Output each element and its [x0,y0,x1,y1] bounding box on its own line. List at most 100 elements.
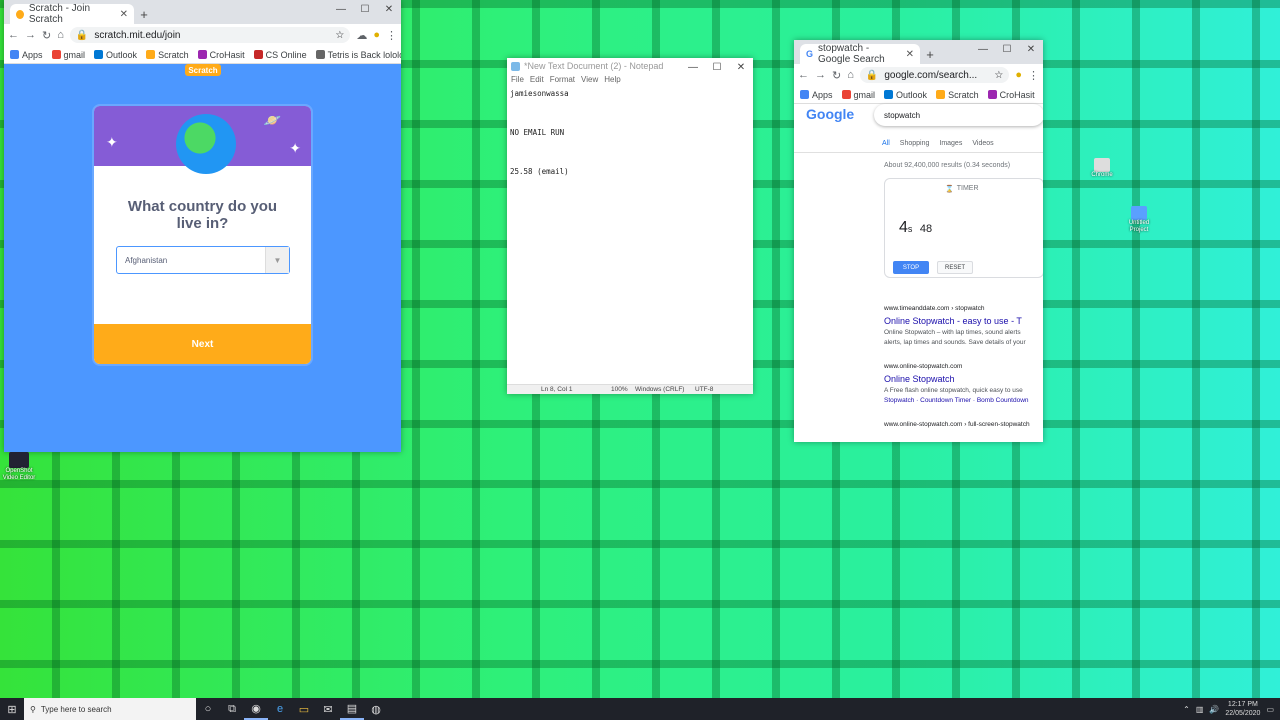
tab-google-search[interactable]: G stopwatch - Google Search ✕ [800,43,920,65]
menu-item[interactable]: View [581,75,598,84]
edge-taskbar-icon[interactable]: e [268,698,292,720]
desktop-icon-openshot[interactable]: OpenShot Video Editor [0,452,38,482]
result-title[interactable]: Online Stopwatch - easy to use - T [884,314,1043,328]
bookmark-icon [841,90,851,99]
reload-icon[interactable]: ↻ [42,29,51,42]
mail-icon[interactable]: ✉ [316,698,340,720]
task-view-icon[interactable]: ⧉ [220,698,244,720]
search-input[interactable]: stopwatch [874,104,1043,126]
maximize-button[interactable]: ☐ [995,40,1019,58]
status-encoding: UTF-8 [695,386,714,393]
bookmark-item[interactable]: Scratch [936,90,979,100]
menu-item[interactable]: File [511,75,524,84]
obs-taskbar-icon[interactable]: ◍ [364,698,388,720]
google-browser-window: G stopwatch - Google Search ✕ + — ☐ ✕ ← … [794,40,1043,442]
desktop-icon-project[interactable]: Untitled Project [1124,206,1154,234]
bookmark-icon [253,50,263,59]
bookmark-item[interactable]: Outlook [94,50,137,60]
notepad-taskbar-icon[interactable]: ▤ [340,698,364,720]
timer-tab[interactable]: ⌛ TIMER [945,185,979,193]
menu-item[interactable]: Format [550,75,575,84]
volume-icon[interactable]: 🔊 [1209,705,1219,714]
bookmark-item[interactable]: Outlook [884,90,927,100]
home-icon[interactable]: ⌂ [847,69,854,81]
chrome-taskbar-icon[interactable]: ◉ [244,698,268,720]
profile-icon[interactable]: ● [373,29,380,41]
address-bar[interactable]: 🔒 scratch.mit.edu/join ☆ [69,27,351,43]
maximize-button[interactable]: ☐ [705,58,729,76]
minimize-button[interactable]: — [681,58,705,76]
bookmark-item[interactable]: Tetris is Back lololol... [315,50,401,60]
menu-item[interactable]: Edit [530,75,544,84]
search-tab[interactable]: Shopping [900,140,930,147]
bookmark-item[interactable]: Apps [10,50,43,60]
tab-title: Scratch - Join Scratch [28,3,91,25]
windows-start-icon[interactable]: ⊞ [0,698,24,720]
search-tab[interactable]: All [882,140,890,147]
tray-chevron-icon[interactable]: ⌃ [1183,705,1190,714]
tab-scratch-join[interactable]: Scratch - Join Scratch ✕ [10,3,134,25]
close-window-button[interactable]: ✕ [1019,40,1043,58]
forward-icon[interactable]: → [815,69,826,81]
file-explorer-icon[interactable]: ▭ [292,698,316,720]
forward-icon[interactable]: → [25,29,36,41]
stop-button[interactable]: STOP [893,261,929,274]
earth-icon [176,114,236,174]
country-select-value: Afghanistan [125,255,168,265]
taskbar-search-box[interactable]: ⚲ Type here to search [24,698,196,720]
result-url: www.online-stopwatch.com [884,363,963,370]
next-button[interactable]: Next [94,324,311,364]
minimize-button[interactable]: — [329,0,353,18]
close-tab-icon[interactable]: ✕ [906,49,914,60]
star-icon[interactable]: ☆ [994,70,1003,81]
close-window-button[interactable]: ✕ [377,0,401,18]
close-window-button[interactable]: ✕ [729,58,753,76]
new-tab-button[interactable]: + [920,44,940,64]
status-position: Ln 8, Col 1 [541,386,573,393]
extension-icon[interactable]: ☁ [356,29,367,42]
country-select[interactable]: Afghanistan ▼ [116,246,290,274]
cortana-icon[interactable]: ○ [196,698,220,720]
time-centiseconds: 48 [919,223,933,235]
notepad-text-area[interactable]: jamiesonwassa NO EMAIL RUN 25.58 (email) [507,85,753,180]
notepad-title: *New Text Document (2) - Notepad [524,61,664,71]
address-bar[interactable]: 🔒 google.com/search... ☆ [859,67,1010,83]
result-title[interactable]: Online Stopwatch [884,372,1043,386]
bookmark-item[interactable]: CroHasit [197,50,245,60]
search-tab[interactable]: Images [939,140,962,147]
lock-icon: 🔒 [75,29,89,41]
reset-button[interactable]: RESET [937,261,973,274]
google-logo[interactable]: Google [806,106,854,122]
bookmarks-bar: Apps gmail Outlook Scratch CroHasit CS Online… [4,46,401,64]
back-icon[interactable]: ← [798,69,809,81]
close-tab-icon[interactable]: ✕ [120,9,128,20]
bookmark-item[interactable]: gmail [51,50,85,60]
bookmark-item[interactable]: CroHasit [987,90,1035,100]
search-tab[interactable]: Videos [972,140,993,147]
desktop-icon-chrome[interactable]: Chrome [1088,158,1116,179]
notifications-icon[interactable]: ▭ [1266,705,1274,714]
network-icon[interactable]: ▥ [1196,705,1204,714]
profile-icon[interactable]: ● [1015,69,1022,81]
star-icon[interactable]: ☆ [335,30,344,41]
menu-item[interactable]: Help [604,75,620,84]
result-sitelinks[interactable]: Stopwatch · Countdown Timer · Bomb Count… [884,396,1043,406]
scratch-logo[interactable]: Scratch [185,64,221,76]
back-icon[interactable]: ← [8,29,19,41]
home-icon[interactable]: ⌂ [57,29,64,41]
result-snippet: A Free flash online stopwatch, quick eas… [884,387,1023,394]
bookmark-item[interactable]: Scratch [146,50,189,60]
menu-icon[interactable]: ⋮ [1028,69,1039,82]
bookmark-label: gmail [853,89,876,100]
clock[interactable]: 12:17 PM 22/05/2020 [1225,700,1260,718]
new-tab-button[interactable]: + [134,4,154,24]
bookmark-item[interactable]: gmail [841,89,876,100]
bookmark-item[interactable]: Apps [800,90,833,100]
reload-icon[interactable]: ↻ [832,69,841,82]
bookmark-item[interactable]: CS Online [253,50,307,60]
minimize-button[interactable]: — [971,40,995,58]
bookmarks-bar: Apps gmail Outlook Scratch CroHasit [794,86,1043,104]
notepad-icon [511,61,520,71]
menu-icon[interactable]: ⋮ [386,29,397,42]
maximize-button[interactable]: ☐ [353,0,377,18]
